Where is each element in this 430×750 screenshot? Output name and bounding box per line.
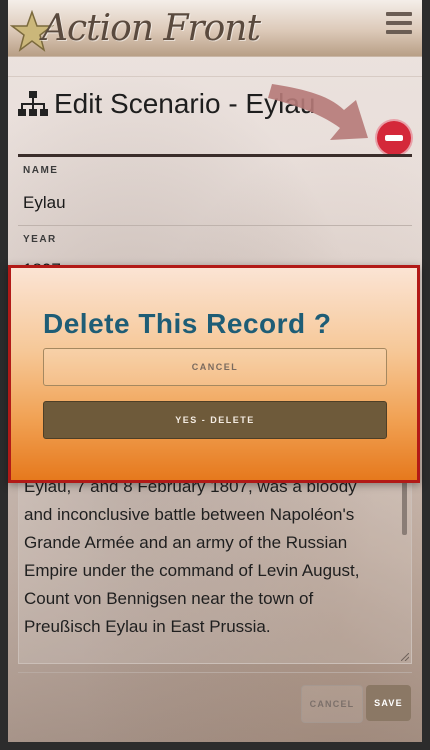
description-textarea[interactable]: Eylau, 7 and 8 February 1807, was a bloo… — [18, 470, 412, 664]
cancel-button[interactable]: CANCEL — [301, 685, 363, 723]
hamburger-menu-icon[interactable] — [386, 12, 412, 38]
form-divider — [18, 672, 412, 673]
name-label: NAME — [23, 165, 59, 176]
save-button[interactable]: SAVE — [366, 685, 411, 721]
name-field[interactable]: Eylau — [23, 193, 66, 213]
confirm-delete-button[interactable]: YES - DELETE — [43, 401, 387, 439]
resize-handle-icon[interactable] — [401, 653, 409, 661]
modal-title: Delete This Record ? — [43, 308, 332, 339]
title-divider — [18, 154, 412, 157]
sitemap-icon — [18, 91, 48, 116]
delete-confirm-modal: Delete This Record ? CANCEL YES - DELETE — [8, 265, 420, 483]
delete-record-button[interactable] — [377, 121, 411, 155]
year-label: YEAR — [23, 234, 57, 245]
logo-text[interactable]: Action Front — [42, 8, 261, 49]
description-text: Eylau, 7 and 8 February 1807, was a bloo… — [24, 477, 360, 636]
app-header: Action Front — [8, 0, 422, 57]
modal-cancel-button[interactable]: CANCEL — [43, 348, 387, 386]
arrow-icon — [268, 84, 368, 140]
textarea-scrollbar[interactable] — [402, 479, 407, 535]
name-field-underline — [18, 225, 412, 226]
